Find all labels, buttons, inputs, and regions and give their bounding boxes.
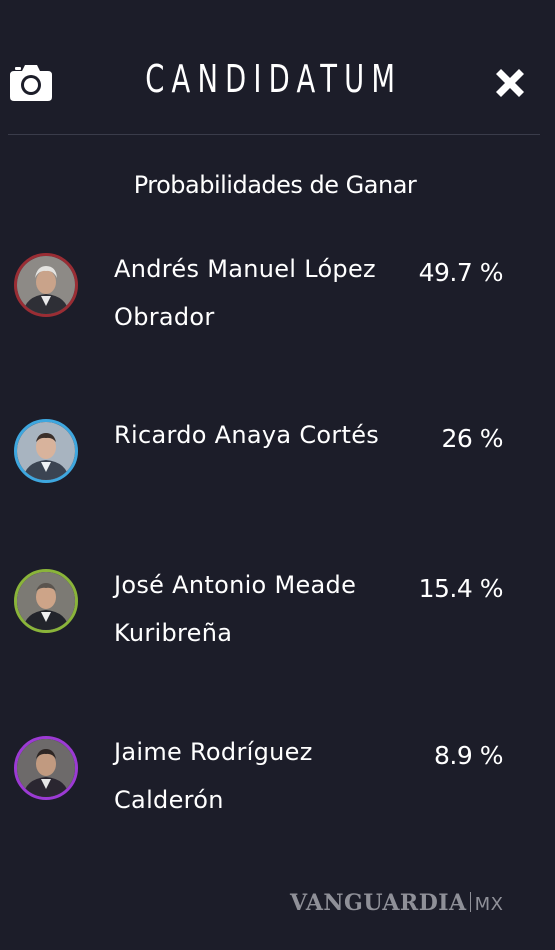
watermark-suffix: MX	[474, 894, 504, 915]
candidate-name: Andrés Manuel López Obrador	[114, 255, 376, 331]
app-header: CANDIDATUM	[0, 0, 555, 136]
close-icon	[496, 69, 524, 97]
candidate-row: Andrés Manuel López Obrador 49.7 %	[0, 252, 555, 332]
candidate-row: Ricardo Anaya Cortés 26 %	[0, 418, 555, 498]
header-divider	[8, 134, 540, 135]
candidate-name: Ricardo Anaya Cortés	[114, 421, 380, 449]
candidate-avatar	[14, 253, 78, 317]
section-title: Probabilidades de Ganar	[133, 171, 417, 199]
candidate-name: José Antonio Meade Kuribreña	[114, 571, 357, 647]
portrait-icon	[17, 739, 75, 797]
candidate-row: Jaime Rodríguez Calderón 8.9 %	[0, 735, 555, 815]
candidate-avatar	[14, 569, 78, 633]
candidate-name: Jaime Rodríguez Calderón	[114, 738, 313, 814]
app-title: CANDIDATUM	[145, 57, 403, 101]
candidate-percentage: 49.7 %	[418, 258, 504, 287]
portrait-icon	[17, 572, 75, 630]
close-button[interactable]	[491, 64, 529, 102]
portrait-icon	[17, 256, 75, 314]
watermark-separator	[469, 892, 471, 912]
watermark-logo: VANGUARDIA MX	[290, 890, 504, 916]
candidate-avatar	[14, 419, 78, 483]
candidate-percentage: 15.4 %	[418, 574, 504, 603]
candidate-avatar	[14, 736, 78, 800]
camera-button[interactable]	[8, 62, 54, 102]
candidate-percentage: 8.9 %	[434, 741, 503, 770]
portrait-icon	[17, 422, 75, 480]
candidate-row: José Antonio Meade Kuribreña 15.4 %	[0, 568, 555, 648]
watermark-brand: VANGUARDIA	[290, 890, 467, 916]
candidate-percentage: 26 %	[441, 424, 503, 453]
camera-icon	[10, 65, 52, 101]
